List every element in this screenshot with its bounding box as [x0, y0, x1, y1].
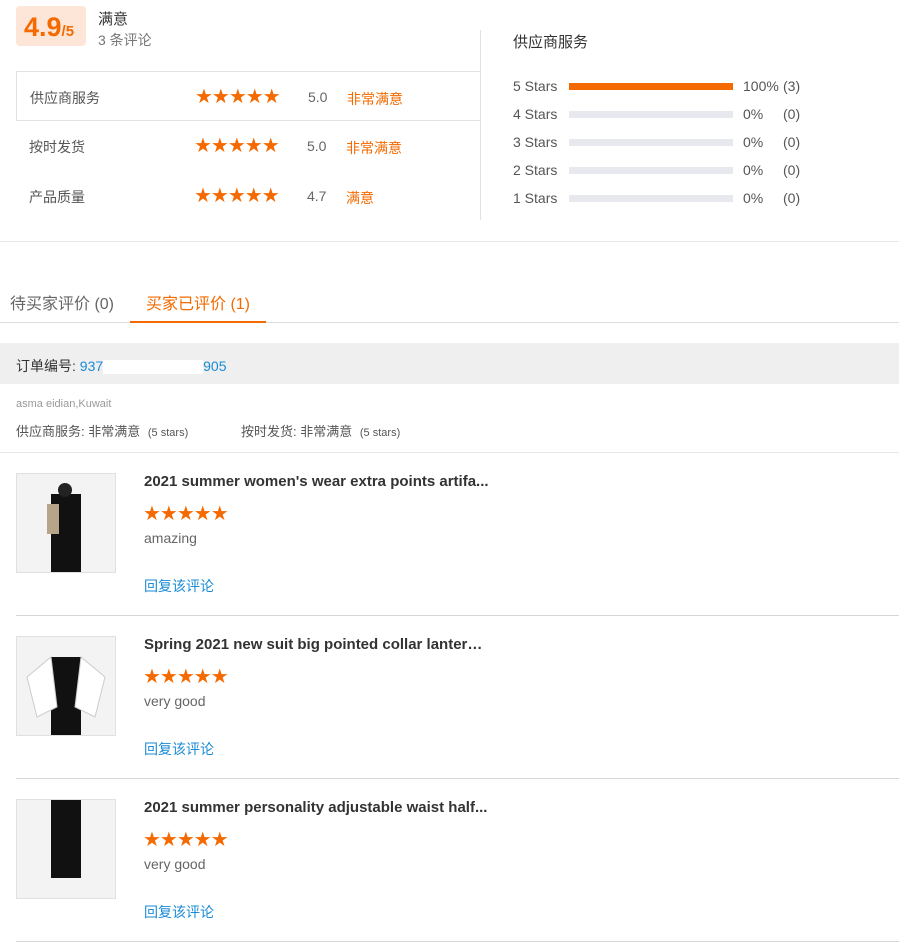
- buyer-name: asma eidian,Kuwait: [16, 398, 112, 410]
- score-value: 4.9: [24, 12, 62, 42]
- review-comment: amazing: [144, 530, 197, 546]
- star-bar-row: 2 Stars 0% (0): [513, 162, 813, 182]
- percent: 0%: [743, 190, 764, 206]
- product-title[interactable]: Spring 2021 new suit big pointed collar …: [144, 636, 489, 653]
- rating-label: 按时发货: [29, 139, 85, 155]
- review-item: Spring 2021 new suit big pointed collar …: [16, 616, 899, 779]
- product-image[interactable]: [16, 636, 116, 736]
- order-label: 订单编号:: [16, 358, 76, 374]
- star-label: 3 Stars: [513, 134, 558, 150]
- reply-link[interactable]: 回复该评论: [144, 576, 214, 596]
- rating-text: 非常满意: [347, 91, 403, 107]
- product-image[interactable]: [16, 473, 116, 573]
- stars-icon: ★★★★★: [143, 829, 229, 851]
- stars-icon: ★★★★★: [195, 86, 281, 108]
- rating-row[interactable]: 按时发货 ★★★★★ 5.0 非常满意: [16, 121, 480, 171]
- buyer-rating-shipping: 按时发货: 非常满意 (5 stars): [241, 424, 401, 439]
- percent: 0%: [743, 162, 764, 178]
- percent: 0%: [743, 106, 764, 122]
- product-title[interactable]: 2021 summer women's wear extra points ar…: [144, 473, 489, 490]
- stars-icon: ★★★★★: [143, 503, 229, 525]
- product-image[interactable]: [16, 799, 116, 899]
- progress-bar: [569, 195, 733, 202]
- count: (3): [783, 78, 801, 94]
- divider: [480, 30, 481, 220]
- count: (0): [783, 162, 801, 178]
- rating-label: 产品质量: [29, 189, 85, 205]
- review-count: 3 条评论: [98, 32, 152, 48]
- stars-icon: ★★★★★: [194, 185, 280, 207]
- section-divider: [0, 241, 899, 242]
- review-item: 2021 summer personality adjustable waist…: [16, 779, 899, 942]
- star-label: 4 Stars: [513, 106, 558, 122]
- percent: 0%: [743, 134, 764, 150]
- order-header: 订单编号: 937 905: [0, 343, 899, 384]
- order-number[interactable]: 937 905: [80, 358, 227, 375]
- count: (0): [783, 134, 801, 150]
- buyer-rating-supplier: 供应商服务: 非常满意 (5 stars): [16, 424, 189, 439]
- rating-text: 满意: [346, 190, 374, 206]
- rating-row[interactable]: 产品质量 ★★★★★ 4.7 满意: [16, 171, 480, 221]
- percent: 100%: [743, 78, 779, 94]
- stars-icon: ★★★★★: [194, 135, 280, 157]
- stars-icon: ★★★★★: [143, 666, 229, 688]
- overall-score: 4.9/5: [16, 6, 86, 46]
- star-label: 2 Stars: [513, 162, 558, 178]
- progress-bar: [569, 167, 733, 174]
- reply-link[interactable]: 回复该评论: [144, 902, 214, 922]
- count: (0): [783, 106, 801, 122]
- star-label: 5 Stars: [513, 78, 558, 94]
- star-bar-row: 4 Stars 0% (0): [513, 106, 813, 126]
- progress-bar: [569, 83, 733, 90]
- count: (0): [783, 190, 801, 206]
- reply-link[interactable]: 回复该评论: [144, 739, 214, 759]
- progress-bar: [569, 111, 733, 118]
- score-max: /5: [61, 23, 75, 40]
- tab-pending[interactable]: 待买家评价 (0): [10, 290, 114, 314]
- star-bar-row: 1 Stars 0% (0): [513, 190, 813, 210]
- breakdown-title: 供应商服务: [513, 34, 589, 51]
- rating-row[interactable]: 供应商服务 ★★★★★ 5.0 非常满意: [16, 71, 480, 121]
- rating-label: 供应商服务: [30, 90, 100, 106]
- rating-value: 4.7: [307, 188, 327, 204]
- star-bar-row: 5 Stars 100% (3): [513, 78, 813, 98]
- rating-value: 5.0: [308, 89, 328, 105]
- rating-text: 非常满意: [346, 140, 402, 156]
- review-comment: very good: [144, 693, 206, 709]
- tab-reviewed[interactable]: 买家已评价 (1): [146, 290, 250, 314]
- rating-value: 5.0: [307, 138, 327, 154]
- review-item: 2021 summer women's wear extra points ar…: [16, 453, 899, 616]
- overall-label: 满意: [98, 11, 129, 28]
- star-bar-row: 3 Stars 0% (0): [513, 134, 813, 154]
- progress-bar: [569, 139, 733, 146]
- progress-fill: [569, 83, 733, 90]
- star-label: 1 Stars: [513, 190, 558, 206]
- product-title[interactable]: 2021 summer personality adjustable waist…: [144, 799, 487, 816]
- active-tab-indicator: [130, 321, 266, 323]
